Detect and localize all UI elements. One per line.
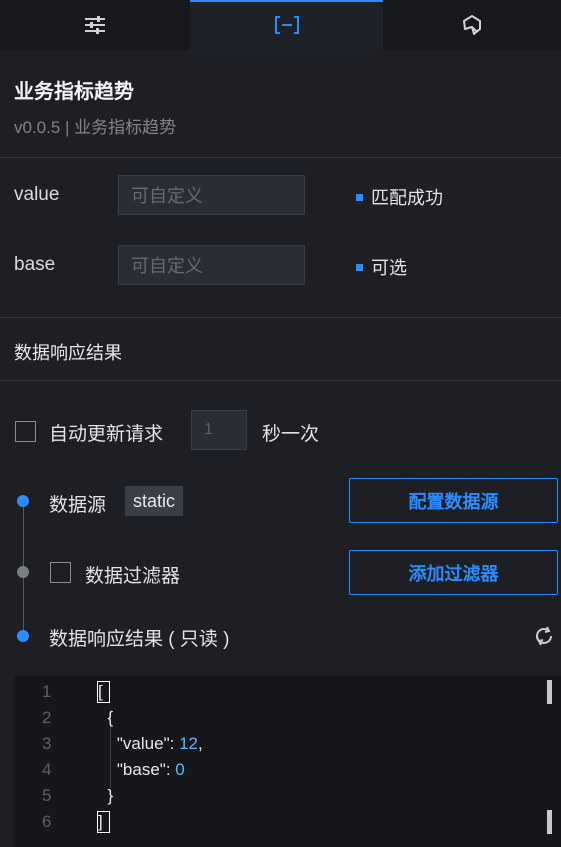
refresh-icon[interactable] — [533, 625, 555, 647]
component-version: v0.0.5 | 业务指标趋势 — [14, 118, 177, 137]
base-match-status: 可选 — [356, 254, 407, 280]
divider — [0, 380, 561, 381]
line-number: 4 — [42, 760, 52, 779]
component-title: 业务指标趋势 — [14, 81, 134, 103]
value-status-text: 匹配成功 — [371, 188, 443, 208]
line-number: 2 — [42, 708, 52, 727]
divider — [0, 317, 561, 318]
auto-update-label: 自动更新请求 — [49, 424, 164, 445]
timeline-node-datasource — [17, 495, 29, 507]
tab-interaction[interactable] — [383, 0, 561, 50]
line-number: 6 — [42, 812, 52, 831]
add-filter-button[interactable]: 添加过滤器 — [349, 550, 558, 595]
base-status-text: 可选 — [371, 258, 407, 278]
base-field-input[interactable]: 可自定义 — [118, 245, 305, 285]
filter-checkbox[interactable] — [50, 562, 71, 583]
code-line: 2 { — [14, 705, 561, 731]
tab-settings[interactable] — [0, 0, 190, 50]
auto-update-checkbox[interactable] — [15, 421, 36, 442]
tab-data[interactable] — [190, 0, 383, 50]
status-dot-icon — [356, 263, 363, 271]
timeline-node-filter — [17, 566, 29, 578]
datasource-type-badge: static — [125, 486, 184, 516]
divider — [0, 157, 561, 158]
settings-sliders-icon — [85, 16, 105, 34]
interval-suffix: 秒一次 — [262, 424, 320, 445]
data-bracket-icon — [274, 16, 299, 34]
bracket-match-highlight — [97, 811, 110, 833]
code-text: { — [98, 708, 114, 727]
code-text: } — [98, 786, 114, 805]
configure-datasource-button[interactable]: 配置数据源 — [349, 478, 558, 523]
timeline-node-response — [17, 630, 29, 642]
code-line: 3 "value": 12, — [14, 731, 561, 757]
code-line: 4 "base": 0 — [14, 757, 561, 783]
panel-tabs — [0, 0, 561, 50]
update-interval-input[interactable]: 1 — [191, 410, 247, 450]
code-text-base: "base": 0 — [98, 760, 185, 779]
field-label-value: value — [14, 184, 60, 205]
status-dot-icon — [356, 193, 363, 201]
response-label: 数据响应结果 ( 只读 ) — [49, 629, 230, 650]
filter-label: 数据过滤器 — [85, 566, 181, 587]
interaction-icon — [463, 15, 481, 35]
line-number: 5 — [42, 786, 52, 805]
scrollbar-thumb[interactable] — [547, 680, 552, 704]
field-label-base: base — [14, 254, 56, 275]
bracket-match-highlight — [97, 681, 110, 703]
line-number: 3 — [42, 734, 52, 753]
value-field-input[interactable]: 可自定义 — [118, 175, 305, 215]
section-title-response: 数据响应结果 — [14, 343, 122, 363]
code-line: 5 } — [14, 783, 561, 809]
datasource-label: 数据源 — [49, 495, 107, 516]
value-match-status: 匹配成功 — [356, 184, 443, 210]
scrollbar-marker — [547, 810, 552, 834]
code-text-value: "value": 12, — [98, 734, 203, 753]
line-number: 1 — [42, 682, 52, 701]
